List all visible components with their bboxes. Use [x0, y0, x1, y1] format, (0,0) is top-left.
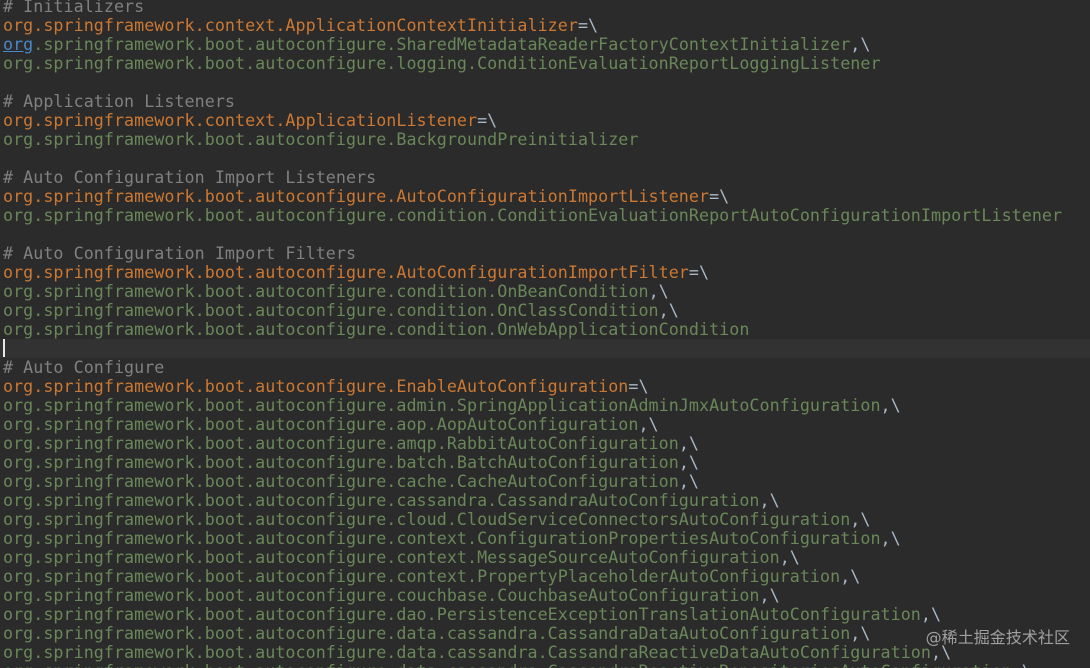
line-continuation: =\	[577, 15, 599, 35]
code-line[interactable]: org.springframework.boot.autoconfigure.A…	[3, 263, 1090, 282]
line-continuation: ,\	[850, 509, 871, 529]
line-continuation: ,\	[920, 604, 942, 624]
property-value: org.springframework.boot.autoconfigure.d…	[3, 661, 1012, 668]
code-line[interactable]: org.springframework.boot.autoconfigure.c…	[3, 586, 1090, 605]
blank-line[interactable]: ​	[3, 225, 1090, 244]
code-line[interactable]: org.springframework.boot.autoconfigure.c…	[3, 491, 1090, 510]
line-continuation: ,\	[678, 471, 699, 491]
code-line[interactable]: org.springframework.boot.autoconfigure.c…	[3, 206, 1090, 225]
comment-text: # Initializers	[3, 0, 145, 16]
property-value: org.springframework.boot.autoconfigure.c…	[3, 547, 780, 567]
line-continuation: ,\	[648, 281, 669, 301]
property-value: org.springframework.boot.autoconfigure.d…	[3, 623, 851, 643]
code-line[interactable]: # Initializers	[3, 0, 1090, 16]
blank-line[interactable]: ​	[3, 73, 1090, 92]
property-value: org.springframework.boot.autoconfigure.c…	[3, 281, 649, 301]
package-link[interactable]: org	[3, 34, 33, 54]
code-line[interactable]: # Application Listeners	[3, 92, 1090, 111]
line-continuation: ,\	[880, 395, 901, 415]
property-value: org.springframework.boot.autoconfigure.c…	[3, 471, 679, 491]
line-continuation: ,\	[658, 300, 679, 320]
property-value: org.springframework.boot.autoconfigure.a…	[3, 414, 639, 434]
line-continuation: ,\	[1012, 661, 1032, 668]
code-line[interactable]: # Auto Configuration Import Filters	[3, 244, 1090, 263]
line-continuation: ,\	[880, 528, 901, 548]
watermark: @稀土掘金技术社区	[925, 628, 1070, 647]
property-key: org.springframework.context.ApplicationC…	[3, 15, 578, 35]
code-line[interactable]: org.springframework.boot.autoconfigure.c…	[3, 510, 1090, 529]
code-line[interactable]: org.springframework.boot.autoconfigure.c…	[3, 320, 1090, 339]
code-line[interactable]: org.springframework.boot.autoconfigure.d…	[3, 662, 1090, 668]
property-value: org.springframework.boot.autoconfigure.c…	[3, 300, 659, 320]
comment-text: # Auto Configure	[3, 357, 165, 377]
properties-file-content[interactable]: # Initializers org.springframework.contex…	[0, 0, 1090, 668]
code-editor[interactable]: # Initializers org.springframework.contex…	[0, 0, 1090, 668]
property-value: org.springframework.boot.autoconfigure.c…	[3, 319, 750, 339]
property-key: org.springframework.boot.autoconfigure.E…	[3, 376, 629, 396]
comment-text: # Auto Configuration Import Listeners	[3, 167, 377, 187]
code-line[interactable]: org.springframework.context.ApplicationC…	[3, 16, 1090, 35]
property-value: org.springframework.boot.autoconfigure.b…	[3, 452, 679, 472]
property-value: org.springframework.boot.autoconfigure.B…	[3, 129, 639, 149]
property-value: org.springframework.boot.autoconfigure.c…	[3, 205, 1063, 225]
property-value: org.springframework.boot.autoconfigure.c…	[3, 509, 851, 529]
code-line[interactable]: org.springframework.boot.autoconfigure.S…	[3, 35, 1090, 54]
code-line[interactable]: org.springframework.boot.autoconfigure.a…	[3, 396, 1090, 415]
line-continuation: ,\	[840, 566, 861, 586]
line-continuation: =\	[688, 262, 710, 282]
code-line[interactable]: org.springframework.boot.autoconfigure.d…	[3, 605, 1090, 624]
code-line[interactable]: org.springframework.boot.autoconfigure.a…	[3, 415, 1090, 434]
line-continuation: ,\	[850, 34, 871, 54]
line-continuation: ,\	[678, 452, 699, 472]
blank-line[interactable]: ​	[3, 149, 1090, 168]
code-line[interactable]: # Auto Configuration Import Listeners	[3, 168, 1090, 187]
line-continuation: ,\	[850, 623, 871, 643]
code-line[interactable]: org.springframework.boot.autoconfigure.c…	[3, 548, 1090, 567]
line-continuation: =\	[477, 110, 498, 130]
property-value: .springframework.boot.autoconfigure.Shar…	[33, 34, 851, 54]
comment-text: # Auto Configuration Import Filters	[3, 243, 357, 263]
code-line[interactable]: # Auto Configure	[3, 358, 1090, 377]
current-line[interactable]	[0, 339, 1090, 358]
property-value: org.springframework.boot.autoconfigure.c…	[3, 528, 881, 548]
code-line[interactable]: org.springframework.boot.autoconfigure.B…	[3, 130, 1090, 149]
line-continuation: ,\	[759, 585, 780, 605]
code-line[interactable]: org.springframework.boot.autoconfigure.A…	[3, 187, 1090, 206]
text-caret	[3, 339, 5, 357]
line-continuation: ,\	[678, 433, 699, 453]
line-continuation: =\	[628, 376, 649, 396]
code-line[interactable]: org.springframework.boot.autoconfigure.c…	[3, 472, 1090, 491]
code-line[interactable]: org.springframework.boot.autoconfigure.c…	[3, 529, 1090, 548]
code-line[interactable]: org.springframework.boot.autoconfigure.c…	[3, 282, 1090, 301]
line-continuation: ,\	[759, 490, 780, 510]
property-value: org.springframework.boot.autoconfigure.d…	[3, 604, 921, 624]
line-continuation: =\	[709, 186, 730, 206]
property-key: org.springframework.boot.autoconfigure.A…	[3, 186, 710, 206]
property-key: org.springframework.context.ApplicationL…	[3, 110, 478, 130]
property-value: org.springframework.boot.autoconfigure.l…	[3, 53, 881, 73]
property-value: org.springframework.boot.autoconfigure.a…	[3, 433, 679, 453]
code-line[interactable]: org.springframework.boot.autoconfigure.b…	[3, 453, 1090, 472]
line-continuation: ,\	[779, 547, 800, 567]
code-line[interactable]: org.springframework.boot.autoconfigure.c…	[3, 301, 1090, 320]
property-value: org.springframework.boot.autoconfigure.a…	[3, 395, 881, 415]
line-continuation: ,\	[638, 414, 659, 434]
property-value: org.springframework.boot.autoconfigure.d…	[3, 642, 931, 662]
code-line[interactable]: org.springframework.boot.autoconfigure.c…	[3, 567, 1090, 586]
comment-text: # Application Listeners	[3, 91, 235, 111]
code-line[interactable]: org.springframework.boot.autoconfigure.l…	[3, 54, 1090, 73]
code-line[interactable]: org.springframework.context.ApplicationL…	[3, 111, 1090, 130]
code-line[interactable]: org.springframework.boot.autoconfigure.a…	[3, 434, 1090, 453]
property-value: org.springframework.boot.autoconfigure.c…	[3, 566, 841, 586]
property-key: org.springframework.boot.autoconfigure.A…	[3, 262, 689, 282]
code-line[interactable]: org.springframework.boot.autoconfigure.E…	[3, 377, 1090, 396]
property-value: org.springframework.boot.autoconfigure.c…	[3, 585, 760, 605]
property-value: org.springframework.boot.autoconfigure.c…	[3, 490, 760, 510]
